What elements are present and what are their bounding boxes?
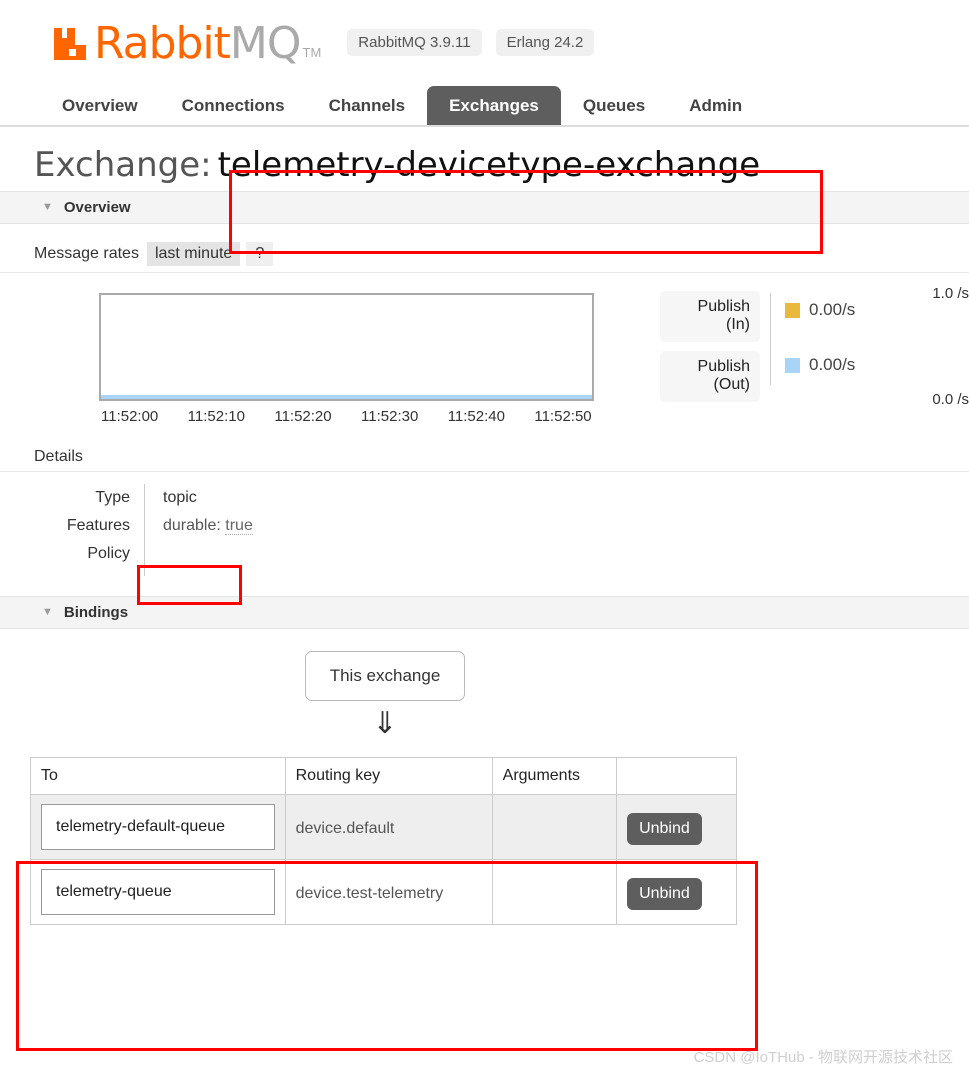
overview-section-header[interactable]: ▼ Overview [0,191,969,224]
legend-rate-publish-out: 0.00/s [809,355,856,374]
binding-arguments-cell [491,794,618,860]
rabbitmq-logo[interactable]: Rabbit MQ TM [48,22,321,66]
feature-durable-label: durable: [163,517,221,534]
details-row-features: Features durable: true [0,512,423,540]
details-key-type: Type [95,489,130,506]
legend-value-publish-out: 0.00/s [785,338,855,392]
rate-period-selector[interactable]: last minute [146,242,241,266]
x-tick-0: 11:52:00 [101,408,159,425]
watermark: CSDN @IoTHub - 物联网开源技术社区 [693,1049,953,1066]
bindings-section-header[interactable]: ▼ Bindings [0,596,969,629]
message-rates-header: Message rates last minute ? [0,224,969,273]
badge-rabbitmq-version: RabbitMQ 3.9.11 [347,28,482,56]
binding-action-cell: Unbind [616,859,737,925]
tab-overview[interactable]: Overview [40,86,160,125]
logo-text-mq: MQ [229,18,302,69]
details-value-policy [144,540,423,576]
legend-swatch-publish-in [785,302,800,318]
legend-key-publish-out[interactable]: Publish (Out) [660,350,760,402]
exchange-name: telemetry-devicetype-exchange [217,145,761,185]
page-title: Exchange: telemetry-devicetype-exchange [0,127,969,191]
unbind-button[interactable]: Unbind [627,877,702,910]
details-label: Details [0,448,969,472]
x-tick-3: 11:52:30 [361,408,419,425]
queue-link-telemetry-default-queue[interactable]: telemetry-default-queue [41,804,275,850]
binding-to-cell: telemetry-default-queue [30,794,286,860]
column-header-to: To [30,757,286,795]
details-value-features: durable: true [144,512,423,540]
tab-channels[interactable]: Channels [307,86,428,125]
y-axis-label-max: 1.0 /s [932,285,969,302]
x-tick-5: 11:52:50 [534,408,592,425]
tab-connections[interactable]: Connections [160,86,307,125]
chart-plot-area [99,293,594,401]
this-exchange-container: This exchange [0,629,770,701]
details-value-type: topic [144,484,423,512]
message-rates-chart: 1.0 /s 0.0 /s 11:52:00 11:52:10 11:52:20… [0,283,969,448]
binding-action-cell: Unbind [616,794,737,860]
table-row: telemetry-queue device.test-telemetry Un… [30,859,737,925]
binding-flow-arrow-icon: ⇓ [372,706,398,741]
app-header: Rabbit MQ TM RabbitMQ 3.9.11 Erlang 24.2 [0,0,969,72]
details-key-features: Features [66,517,130,534]
bindings-header-row: To Routing key Arguments [30,757,737,795]
details-table: Type topic Features durable: true Policy [0,484,423,576]
tab-exchanges[interactable]: Exchanges [427,86,561,125]
legend-key-publish-in[interactable]: Publish (In) [660,291,760,342]
legend-swatch-publish-out [785,357,800,373]
legend-values: 0.00/s 0.00/s [785,291,855,411]
details-row-type: Type topic [0,484,423,512]
legend-keys: Publish (In) Publish (Out) [660,291,760,411]
bindings-section-label: Bindings [63,604,129,621]
legend-divider [770,293,771,385]
help-icon[interactable]: ? [246,242,274,266]
table-row: telemetry-default-queue device.default U… [30,794,737,860]
queue-link-telemetry-queue[interactable]: telemetry-queue [41,869,275,915]
details-key-policy: Policy [87,545,130,562]
main-navigation: Overview Connections Channels Exchanges … [0,80,969,127]
page-title-prefix: Exchange: [34,145,212,185]
message-rates-label: Message rates [34,245,139,262]
chart-series-publish-out-line [101,395,592,399]
bindings-table-head: To Routing key Arguments [30,757,737,795]
rabbit-logo-icon [54,28,86,60]
legend-rate-publish-in: 0.00/s [809,300,856,319]
x-axis-tick-labels: 11:52:00 11:52:10 11:52:20 11:52:30 11:5… [101,408,621,425]
unbind-button[interactable]: Unbind [627,812,702,845]
column-header-routing-key: Routing key [284,757,493,795]
tab-admin[interactable]: Admin [667,86,764,125]
x-tick-1: 11:52:10 [187,408,245,425]
binding-to-cell: telemetry-queue [30,859,286,925]
tab-queues[interactable]: Queues [561,86,667,125]
column-header-actions [616,757,737,795]
chevron-down-icon-bindings: ▼ [42,606,53,618]
binding-routing-key-cell: device.default [284,794,493,860]
this-exchange-node[interactable]: This exchange [304,651,466,701]
trademark-symbol: TM [302,45,322,60]
logo-text-rabbit: Rabbit [94,18,231,69]
binding-arguments-cell [491,859,618,925]
bindings-table: To Routing key Arguments telemetry-defau… [30,757,737,925]
chevron-down-icon: ▼ [42,201,53,213]
details-row-policy: Policy [0,540,423,576]
badge-erlang-version: Erlang 24.2 [495,28,595,56]
y-axis-label-min: 0.0 /s [932,391,969,408]
x-tick-2: 11:52:20 [274,408,332,425]
feature-durable-value: true [225,517,253,535]
x-tick-4: 11:52:40 [447,408,505,425]
overview-section-label: Overview [63,199,131,216]
chart-legend: Publish (In) Publish (Out) 0.00/s 0.00/s [660,291,855,411]
legend-value-publish-in: 0.00/s [785,291,855,329]
version-badges: RabbitMQ 3.9.11 Erlang 24.2 [347,28,608,60]
bindings-table-body: telemetry-default-queue device.default U… [30,794,737,925]
binding-routing-key-cell: device.test-telemetry [284,859,493,925]
column-header-arguments: Arguments [491,757,618,795]
